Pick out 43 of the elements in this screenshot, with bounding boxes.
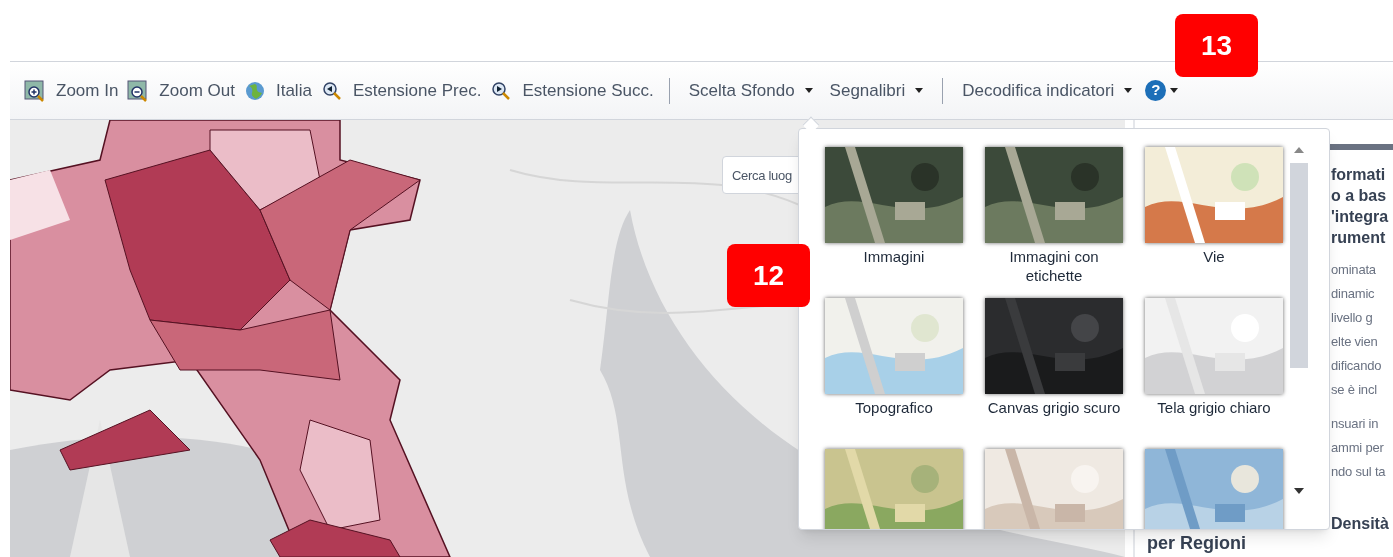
panel-heading: Densità: [1331, 514, 1389, 534]
globe-icon: [243, 79, 266, 102]
help-button[interactable]: ?: [1145, 80, 1167, 101]
panel-text: dinamic: [1331, 285, 1376, 303]
menu-button[interactable]: Segnalibri: [825, 77, 928, 104]
scrollbar-thumb[interactable]: [1290, 163, 1308, 368]
callout-badge: 12: [727, 244, 810, 307]
panel-text: ndo sul ta: [1331, 463, 1387, 481]
scroll-up-icon: [1294, 147, 1304, 153]
panel-text: formati: [1331, 165, 1387, 185]
toolbar-button[interactable]: Estensione Prec.: [320, 77, 482, 104]
scroll-down-icon: [1294, 488, 1304, 494]
basemap-label: Vie: [1202, 247, 1226, 266]
panel-text: 'integra: [1331, 207, 1389, 227]
basemap-label: Immagini con etichette: [1008, 247, 1100, 285]
caret-icon: [1170, 88, 1179, 93]
toolbar-button[interactable]: Estensione Succ.: [490, 77, 654, 104]
caret-icon: [915, 88, 924, 93]
panel-text: elte vien: [1331, 333, 1379, 351]
magnifier-left-arrow-icon: [320, 79, 343, 102]
zoom-in-icon: [24, 79, 46, 102]
panel-text: ammi per: [1331, 439, 1385, 457]
panel-text: dificando: [1331, 357, 1383, 375]
basemap-label: Topografico: [854, 398, 934, 417]
callout-badge: 13: [1175, 14, 1258, 77]
panel-text: nsuari in: [1331, 415, 1380, 433]
basemap-label: Canvas grigio scuro: [986, 398, 1122, 417]
panel-text: se è incl: [1331, 381, 1378, 399]
menu-button[interactable]: Scelta Sfondo: [684, 77, 817, 104]
toolbar-button[interactable]: Zoom In: [24, 77, 119, 104]
zoom-out-icon: [127, 79, 150, 102]
menu-button[interactable]: Decodifica indicatori: [958, 77, 1137, 104]
panel-text: ominata: [1331, 261, 1377, 279]
panel-text: o a bas: [1331, 186, 1388, 206]
caret-icon: [1124, 88, 1133, 93]
basemap-label: Immagini: [862, 247, 926, 266]
caret-icon: [804, 88, 813, 93]
basemap-label: Tela grigio chiaro: [1156, 398, 1272, 417]
panel-text: rument: [1331, 228, 1387, 248]
toolbar-button[interactable]: Zoom Out: [127, 77, 235, 104]
panel-heading: per Regioni: [1147, 532, 1246, 554]
toolbar-button[interactable]: Italia: [243, 77, 312, 104]
panel-text: livello g: [1331, 309, 1374, 327]
